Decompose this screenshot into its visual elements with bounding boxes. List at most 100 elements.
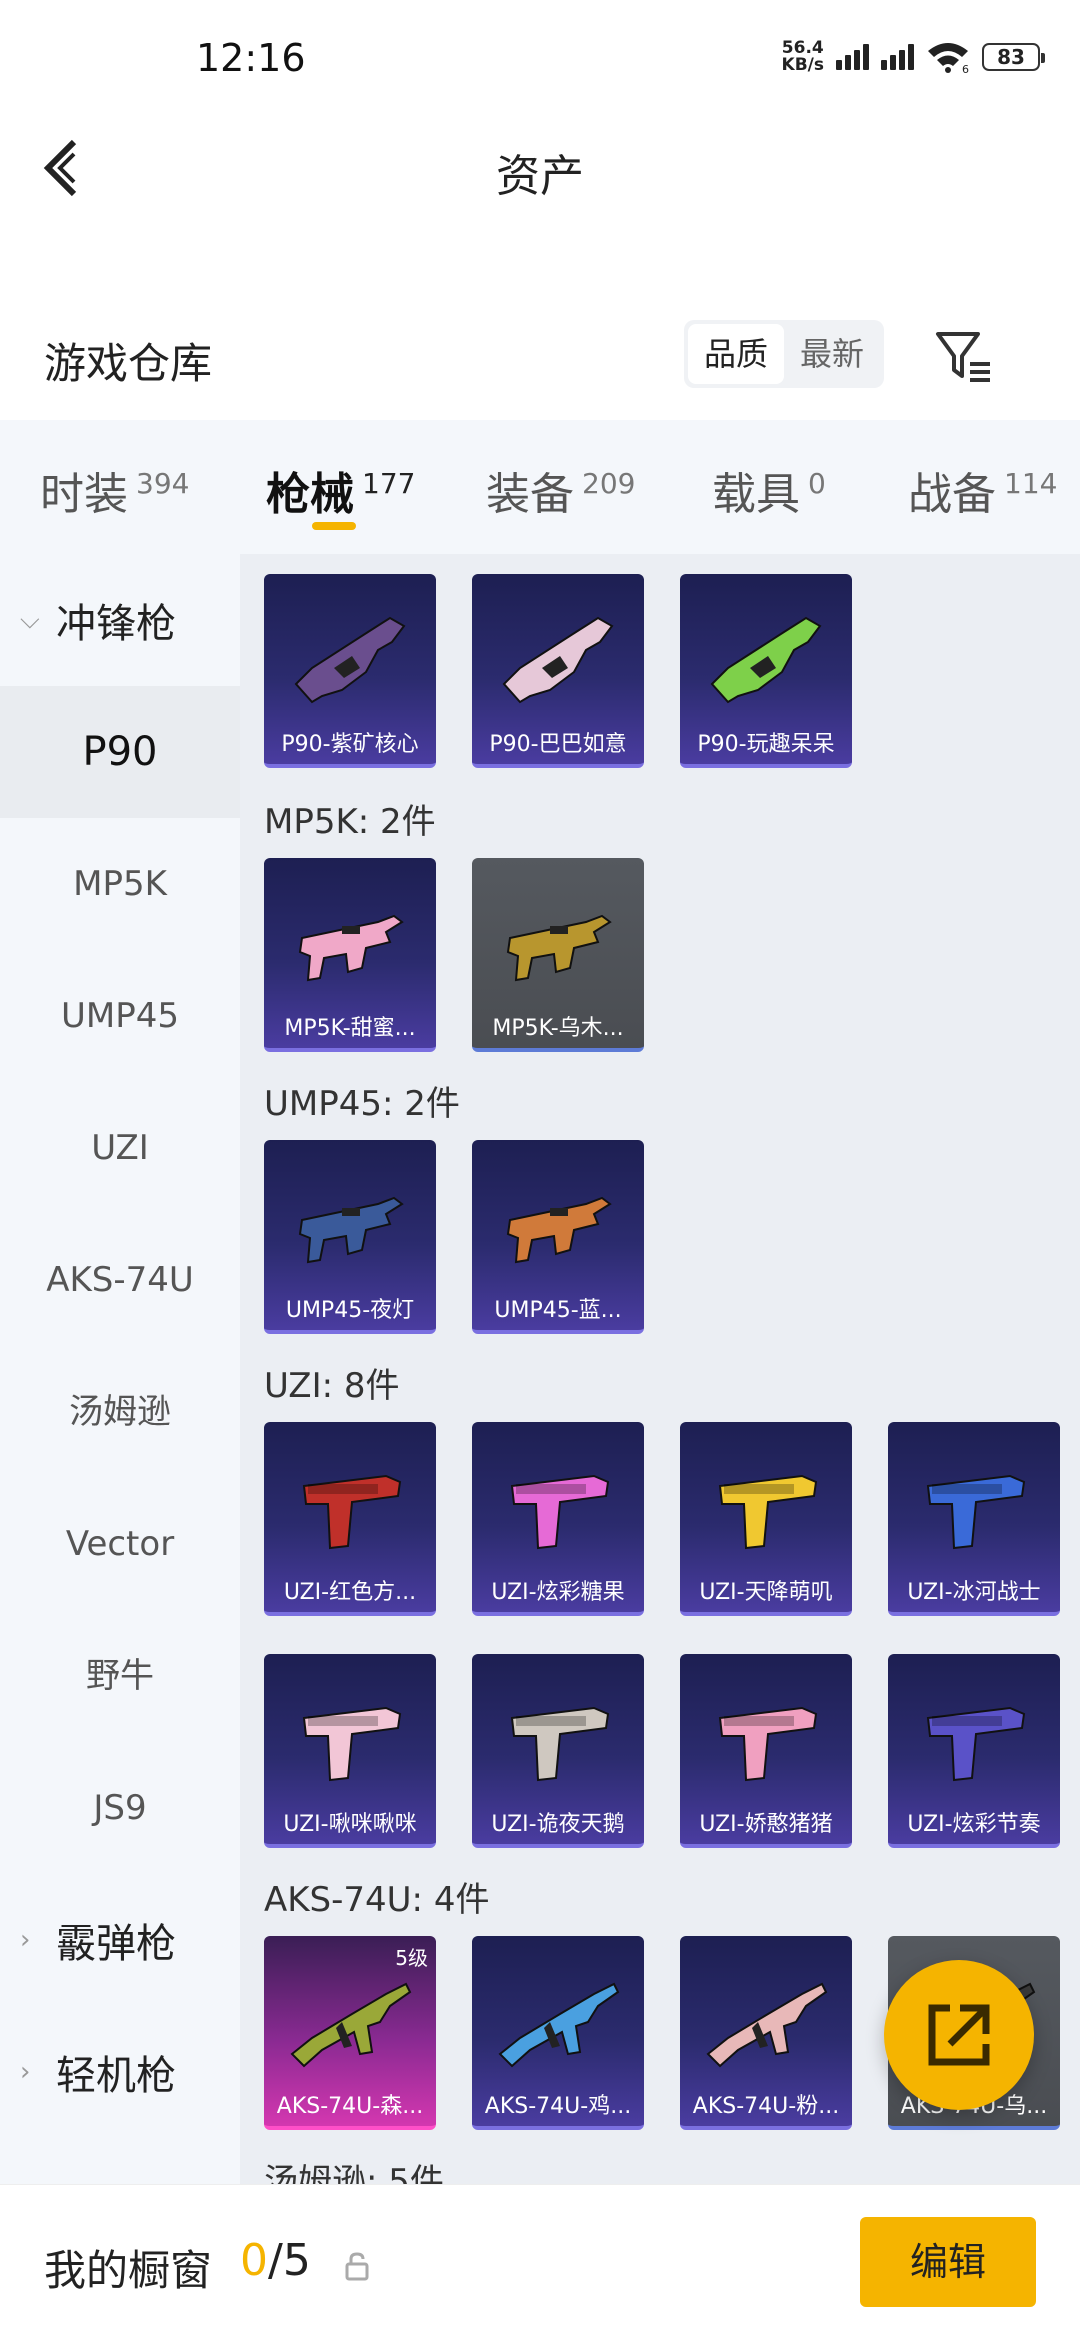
- sort-quality-button[interactable]: 品质: [688, 324, 784, 384]
- sidebar-group-label: 霰弹枪: [56, 1921, 176, 1967]
- weapon-card[interactable]: UZI-炫彩节奏: [888, 1654, 1060, 1848]
- tab-supplies[interactable]: 战备 114: [908, 458, 1057, 522]
- tab-firearms[interactable]: 枪械 177: [266, 458, 415, 522]
- card-name: UZI-炫彩节奏: [907, 1812, 1041, 1837]
- warehouse-header: 游戏仓库 品质 最新: [0, 300, 1080, 420]
- weapon-card[interactable]: UZI-娇憨猪猪: [680, 1654, 852, 1848]
- weapon-card[interactable]: UZI-啾咪啾咪: [264, 1654, 436, 1848]
- tab-count: 177: [362, 467, 416, 500]
- sidebar-item-js9[interactable]: JS9: [0, 1742, 240, 1874]
- smg-gun-icon: [282, 1164, 418, 1284]
- sidebar-group-shotgun[interactable]: › 霰弹枪: [0, 1874, 240, 2006]
- category-tabs: 时装 394 枪械 177 装备 209 载具 0 战备 114: [0, 420, 1080, 554]
- sidebar-item-uzi[interactable]: UZI: [0, 1082, 240, 1214]
- battery-icon: 83: [982, 43, 1045, 71]
- uzi-gun-icon: [698, 1678, 834, 1798]
- sidebar-item-mp5k[interactable]: MP5K: [0, 818, 240, 950]
- weapon-grid: P90-紫矿核心 P90-巴巴如意 P90-玩趣呆呆 MP5K: 2件 MP5K…: [240, 554, 1080, 2184]
- showcase-count: 0/5: [240, 2235, 311, 2286]
- weapon-card[interactable]: UZI-红色方...: [264, 1422, 436, 1616]
- smg-gun-icon: [282, 882, 418, 1002]
- rifle-gun-icon: [490, 1960, 626, 2080]
- group-label-aks74u: AKS-74U: 4件: [264, 1880, 490, 1920]
- signal-icon-2: [881, 44, 914, 70]
- sidebar-item-bizon[interactable]: 野牛: [0, 1610, 240, 1742]
- tab-count: 0: [808, 467, 826, 500]
- weapon-card[interactable]: P90-巴巴如意: [472, 574, 644, 768]
- weapon-card[interactable]: AKS-74U-鸡...: [472, 1936, 644, 2130]
- card-name: P90-玩趣呆呆: [697, 732, 835, 757]
- card-name: UZI-娇憨猪猪: [699, 1812, 833, 1837]
- card-name: UMP45-夜灯: [285, 1298, 415, 1323]
- sidebar-group-label: 冲锋枪: [56, 601, 176, 647]
- weapon-card[interactable]: AKS-74U-粉...: [680, 1936, 852, 2130]
- card-name: AKS-74U-粉...: [692, 2094, 840, 2119]
- weapon-card[interactable]: UZI-天降萌叽: [680, 1422, 852, 1616]
- card-name: UZI-啾咪啾咪: [283, 1812, 417, 1837]
- uzi-gun-icon: [906, 1678, 1042, 1798]
- status-time: 12:16: [196, 36, 306, 80]
- tab-label: 装备: [486, 469, 574, 520]
- weapon-card[interactable]: 5级 AKS-74U-森...: [264, 1936, 436, 2130]
- sidebar-group-smg[interactable]: ⌵ 冲锋枪: [0, 554, 240, 686]
- external-link-icon: [928, 2004, 990, 2066]
- active-tab-indicator: [312, 522, 356, 530]
- sort-newest-button[interactable]: 最新: [784, 324, 880, 384]
- p90-gun-icon: [490, 598, 626, 718]
- sidebar-group-lmg[interactable]: › 轻机枪: [0, 2006, 240, 2138]
- weapon-card[interactable]: UZI-炫彩糖果: [472, 1422, 644, 1616]
- weapon-card[interactable]: UMP45-蓝...: [472, 1140, 644, 1334]
- uzi-gun-icon: [490, 1678, 626, 1798]
- section-title: 游戏仓库: [44, 339, 213, 388]
- tab-fashion[interactable]: 时装 394: [40, 458, 189, 522]
- card-name: P90-紫矿核心: [281, 732, 419, 757]
- uzi-gun-icon: [282, 1678, 418, 1798]
- weapon-card[interactable]: P90-玩趣呆呆: [680, 574, 852, 768]
- page-title: 资产: [496, 151, 584, 202]
- chevron-down-icon: ⌵: [20, 604, 40, 635]
- tab-vehicles[interactable]: 载具 0: [712, 458, 826, 522]
- sidebar-item-aks74u[interactable]: AKS-74U: [0, 1214, 240, 1346]
- weapon-card[interactable]: UZI-诡夜天鹅: [472, 1654, 644, 1848]
- uzi-gun-icon: [282, 1446, 418, 1566]
- tab-label: 枪械: [266, 469, 354, 520]
- smg-gun-icon: [490, 1164, 626, 1284]
- p90-gun-icon: [282, 598, 418, 718]
- sidebar-item-thompson[interactable]: 汤姆逊: [0, 1346, 240, 1478]
- weapon-card[interactable]: MP5K-乌木...: [472, 858, 644, 1052]
- sidebar-group-label: 轻机枪: [56, 2053, 176, 2099]
- weapon-card[interactable]: P90-紫矿核心: [264, 574, 436, 768]
- weapon-card[interactable]: UZI-冰河战士: [888, 1422, 1060, 1616]
- filter-icon[interactable]: [934, 326, 994, 386]
- chevron-right-icon: ›: [20, 2057, 31, 2087]
- smg-gun-icon: [490, 882, 626, 1002]
- card-name: UMP45-蓝...: [494, 1298, 622, 1323]
- tab-equipment[interactable]: 装备 209: [486, 458, 635, 522]
- card-name: UZI-诡夜天鹅: [491, 1812, 625, 1837]
- showcase-total: /5: [268, 2235, 311, 2286]
- tab-label: 载具: [712, 469, 800, 520]
- tab-label: 战备: [908, 469, 996, 520]
- group-label-ump45: UMP45: 2件: [264, 1084, 460, 1124]
- net-speed: 56.4 KB/s: [782, 40, 824, 74]
- group-label-mp5k: MP5K: 2件: [264, 802, 436, 842]
- sidebar-item-vector[interactable]: Vector: [0, 1478, 240, 1610]
- tab-label: 时装: [40, 469, 128, 520]
- weapon-card[interactable]: UMP45-夜灯: [264, 1140, 436, 1334]
- net-speed-unit: KB/s: [781, 55, 824, 75]
- weapon-sidebar: ⌵ 冲锋枪 P90 MP5K UMP45 UZI AKS-74U 汤姆逊 Vect…: [0, 554, 240, 2184]
- wifi-icon: 6: [928, 43, 969, 73]
- rifle-gun-icon: [698, 1960, 834, 2080]
- tab-count: 394: [136, 467, 190, 500]
- showcase-bar: 我的橱窗 0/5 编辑: [0, 2184, 1080, 2340]
- showcase-label: 我的橱窗: [44, 2246, 213, 2295]
- card-name: AKS-74U-鸡...: [484, 2094, 632, 2119]
- sidebar-item-ump45[interactable]: UMP45: [0, 950, 240, 1082]
- sidebar-item-p90[interactable]: P90: [0, 686, 240, 818]
- chevron-right-icon: ›: [20, 1925, 31, 1955]
- weapon-card[interactable]: MP5K-甜蜜...: [264, 858, 436, 1052]
- uzi-gun-icon: [490, 1446, 626, 1566]
- share-fab-button[interactable]: [884, 1960, 1034, 2110]
- edit-button[interactable]: 编辑: [860, 2217, 1036, 2307]
- tab-count: 114: [1004, 467, 1058, 500]
